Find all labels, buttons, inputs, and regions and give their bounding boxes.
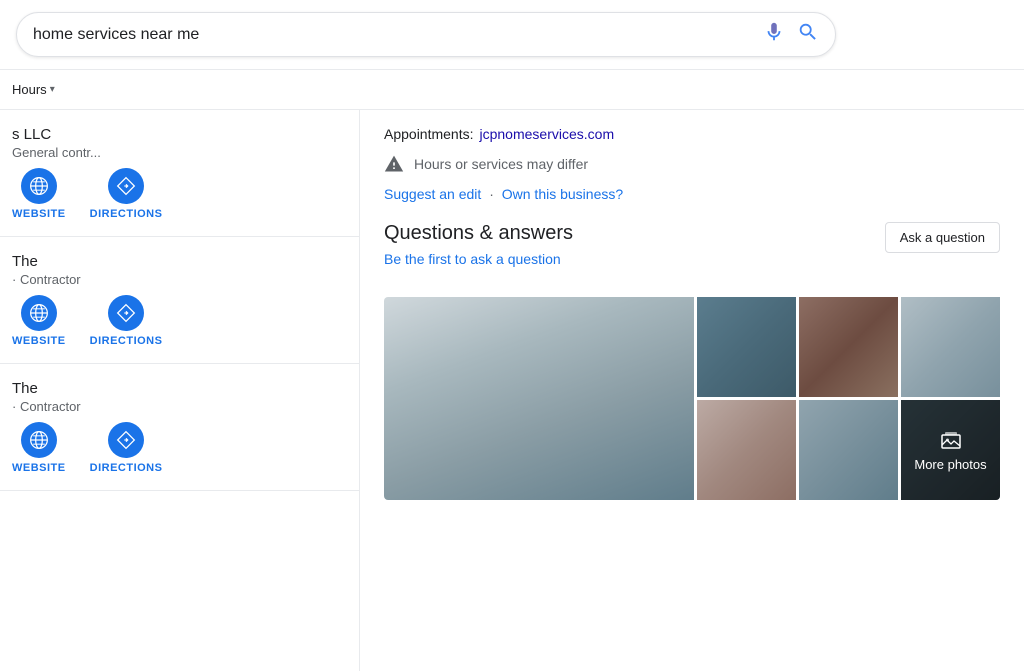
more-photos-label[interactable]: More photos xyxy=(914,457,986,472)
business-name-2: The xyxy=(12,253,347,270)
globe-icon-1 xyxy=(29,176,49,196)
more-photos-overlay[interactable]: More photos xyxy=(901,400,1000,500)
search-input[interactable]: home services near me xyxy=(33,26,763,44)
appointments-label: Appointments: xyxy=(384,126,474,142)
mic-button[interactable] xyxy=(763,21,785,48)
business-actions-2: WEBSITE DIRECTIONS xyxy=(12,295,347,347)
search-bar: home services near me xyxy=(16,12,836,57)
dot-separator: · xyxy=(489,186,494,202)
own-business-link[interactable]: Own this business? xyxy=(502,186,623,202)
main-content: s LLC General contr... WEBSITE xyxy=(0,110,1024,671)
ask-question-button[interactable]: Ask a question xyxy=(885,222,1000,253)
business-actions-3: WEBSITE DIRECTIONS xyxy=(12,422,347,474)
suggest-row: Suggest an edit · Own this business? xyxy=(384,186,1000,202)
directions-icon-circle-2 xyxy=(108,295,144,331)
mic-icon xyxy=(763,21,785,43)
directions-btn-1[interactable]: DIRECTIONS xyxy=(90,168,163,220)
directions-icon-1 xyxy=(116,176,136,196)
business-card-1[interactable]: s LLC General contr... WEBSITE xyxy=(0,110,359,237)
suggest-edit-link[interactable]: Suggest an edit xyxy=(384,186,481,202)
business-name-3: The xyxy=(12,380,347,397)
qa-first-text[interactable]: Be the first to ask a question xyxy=(384,251,573,267)
website-label-1: WEBSITE xyxy=(12,208,66,220)
website-label-3: WEBSITE xyxy=(12,462,66,474)
photo-thumb-construction[interactable] xyxy=(901,297,1000,397)
hours-filter-caret: ▾ xyxy=(50,84,55,95)
directions-label-1: DIRECTIONS xyxy=(90,208,163,220)
website-btn-3[interactable]: WEBSITE xyxy=(12,422,66,474)
globe-icon-3 xyxy=(29,430,49,450)
globe-icon-circle-3 xyxy=(21,422,57,458)
left-panel: s LLC General contr... WEBSITE xyxy=(0,110,360,671)
business-card-3[interactable]: The · Contractor WEBSITE xyxy=(0,364,359,491)
right-panel: Appointments: jcpnomeservices.com Hours … xyxy=(360,110,1024,671)
business-card-2[interactable]: The · Contractor WEBSITE xyxy=(0,237,359,364)
photo-thumb-more[interactable]: More photos xyxy=(901,400,1000,500)
qa-header-text: Questions & answers Be the first to ask … xyxy=(384,222,573,283)
business-type-2: · Contractor xyxy=(12,272,347,287)
website-btn-2[interactable]: WEBSITE xyxy=(12,295,66,347)
search-button[interactable] xyxy=(797,21,819,48)
hours-warning-text: Hours or services may differ xyxy=(414,156,588,172)
photo-thumb-floor[interactable] xyxy=(697,400,796,500)
business-actions-1: WEBSITE DIRECTIONS xyxy=(12,168,347,220)
qa-section: Questions & answers Be the first to ask … xyxy=(384,222,1000,500)
photo-main[interactable] xyxy=(384,297,694,500)
website-label-2: WEBSITE xyxy=(12,335,66,347)
business-name-1: s LLC xyxy=(12,126,347,143)
search-bar-container: home services near me xyxy=(0,0,1024,70)
qa-header-row: Questions & answers Be the first to ask … xyxy=(384,222,1000,283)
business-type-1: General contr... xyxy=(12,145,347,160)
warning-triangle-icon xyxy=(384,154,404,174)
directions-icon-circle-3 xyxy=(108,422,144,458)
filter-bar: Hours ▾ xyxy=(0,70,1024,110)
globe-icon-circle-2 xyxy=(21,295,57,331)
business-type-3: · Contractor xyxy=(12,399,347,414)
hours-filter-label: Hours xyxy=(12,82,47,97)
globe-icon-circle-1 xyxy=(21,168,57,204)
hours-filter[interactable]: Hours ▾ xyxy=(0,78,67,101)
directions-label-3: DIRECTIONS xyxy=(90,462,163,474)
photos-icon xyxy=(939,429,963,453)
photo-thumb-kitchen[interactable] xyxy=(799,297,898,397)
directions-icon-circle-1 xyxy=(108,168,144,204)
hours-warning-row: Hours or services may differ xyxy=(384,154,1000,174)
appointments-row: Appointments: jcpnomeservices.com xyxy=(384,126,1000,142)
directions-btn-3[interactable]: DIRECTIONS xyxy=(90,422,163,474)
globe-icon-2 xyxy=(29,303,49,323)
photo-grid: More photos xyxy=(384,297,1000,500)
directions-icon-3 xyxy=(116,430,136,450)
photo-thumb-tile[interactable] xyxy=(697,297,796,397)
directions-btn-2[interactable]: DIRECTIONS xyxy=(90,295,163,347)
directions-icon-2 xyxy=(116,303,136,323)
appointments-link[interactable]: jcpnomeservices.com xyxy=(480,126,615,142)
search-icon xyxy=(797,21,819,43)
qa-title: Questions & answers xyxy=(384,222,573,245)
website-btn-1[interactable]: WEBSITE xyxy=(12,168,66,220)
directions-label-2: DIRECTIONS xyxy=(90,335,163,347)
photo-thumb-room[interactable] xyxy=(799,400,898,500)
